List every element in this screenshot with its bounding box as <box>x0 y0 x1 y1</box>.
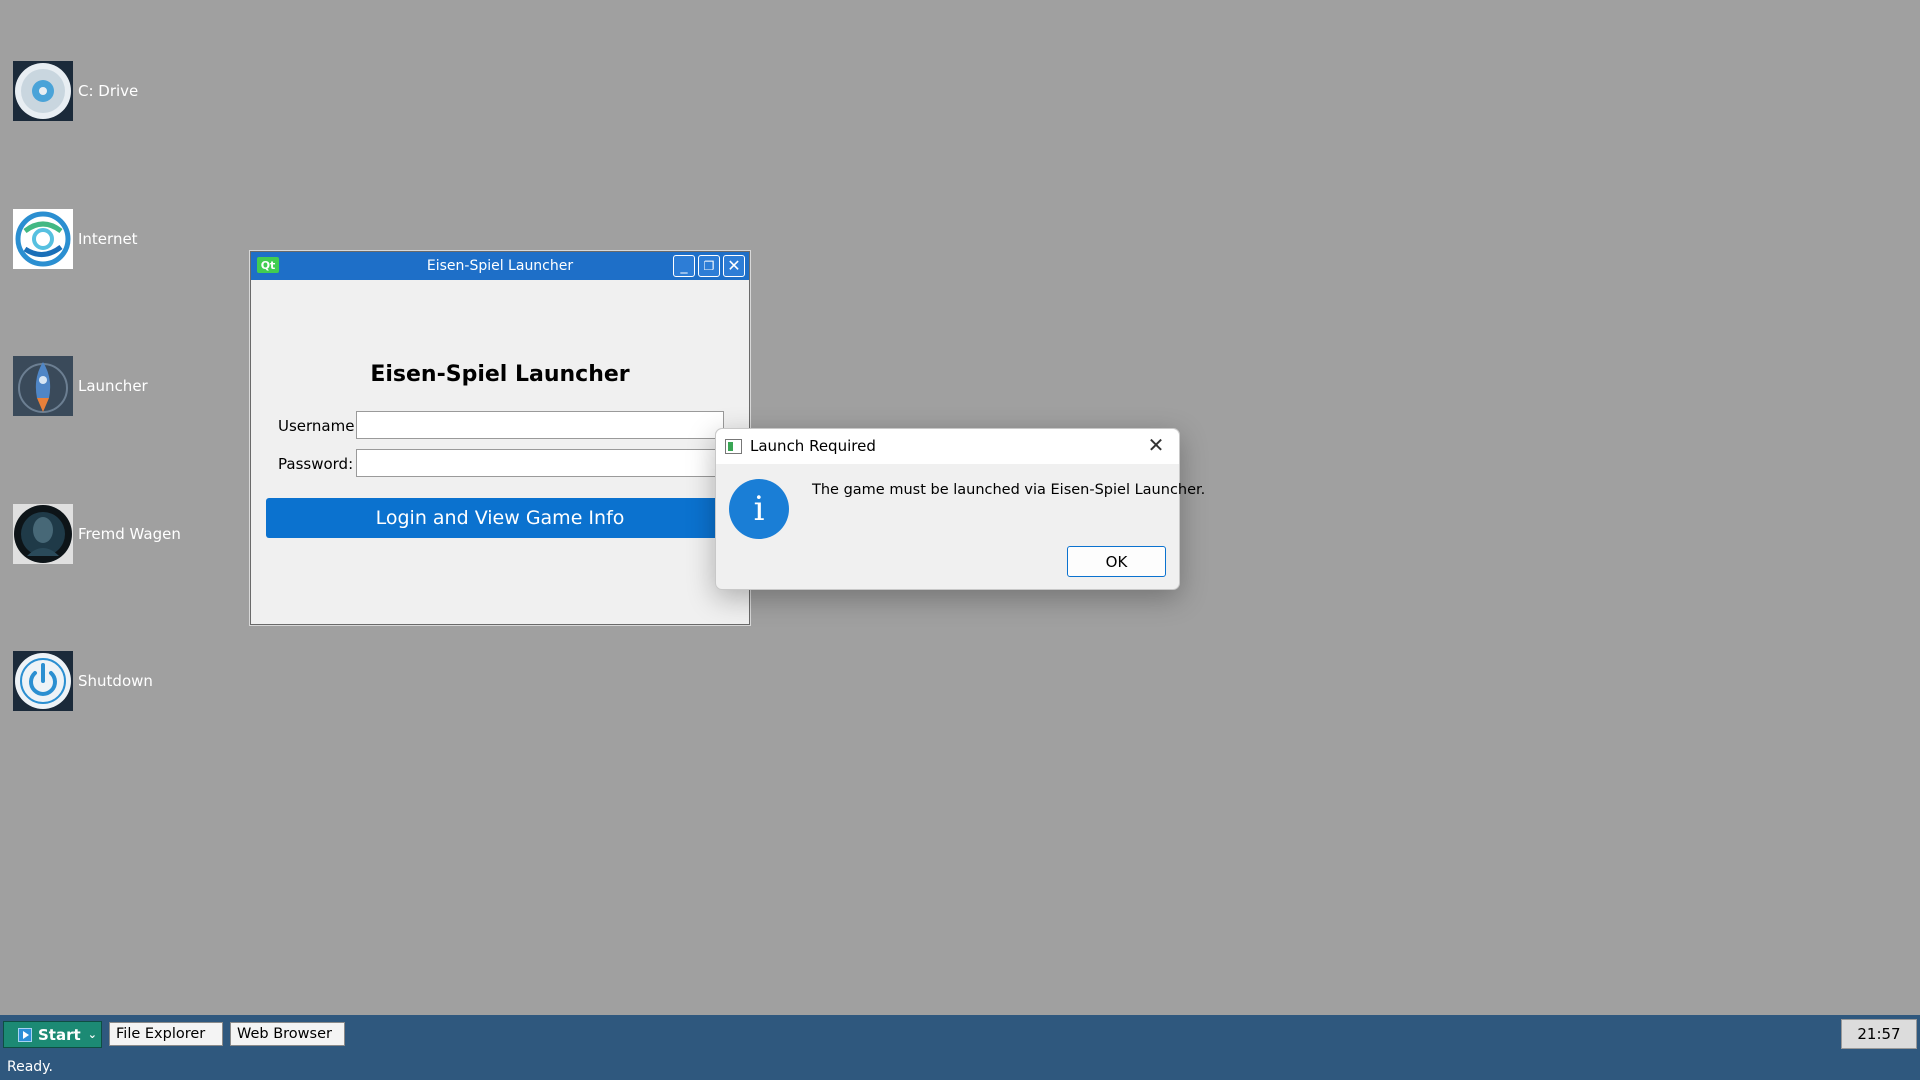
dialog-message: The game must be launched via Eisen-Spie… <box>812 482 1206 498</box>
login-button[interactable]: Login and View Game Info <box>266 498 734 538</box>
close-button[interactable]: ✕ <box>723 255 745 277</box>
launcher-heading: Eisen-Spiel Launcher <box>370 362 630 387</box>
desktop-icon-c-drive[interactable]: C: Drive <box>13 61 138 121</box>
desktop-icon-launcher[interactable]: Launcher <box>13 356 148 416</box>
desktop-icon-label: Internet <box>78 230 138 248</box>
power-icon <box>13 651 73 711</box>
dialog-title: Launch Required <box>750 437 876 455</box>
taskbar-web-browser[interactable]: Web Browser <box>230 1022 345 1046</box>
username-input[interactable] <box>356 411 724 439</box>
status-text: Ready. <box>7 1059 53 1075</box>
taskbar-file-explorer[interactable]: File Explorer <box>109 1022 223 1046</box>
game-icon <box>13 504 73 564</box>
password-input[interactable] <box>356 449 724 477</box>
taskbar: Start ⌄ File Explorer Web Browser 21:57 <box>0 1015 1920 1052</box>
desktop-icon-label: C: Drive <box>78 82 139 100</box>
maximize-button[interactable]: ❐ <box>698 255 720 277</box>
desktop-icon-label: Fremd Wagen <box>78 525 181 543</box>
dialog-close-button[interactable]: ✕ <box>1145 434 1167 456</box>
drive-icon <box>13 61 73 121</box>
password-label: Password: <box>278 455 354 473</box>
launch-required-dialog: Launch Required ✕ i The game must be lau… <box>715 428 1205 590</box>
internet-icon <box>13 209 73 269</box>
desktop-icon-shutdown[interactable]: Shutdown <box>13 651 153 711</box>
desktop-icon-label: Shutdown <box>78 672 153 690</box>
launcher-window: Qt Eisen-Spiel Launcher _ ❐ ✕ Eisen-Spie… <box>250 251 750 625</box>
taskbar-clock: 21:57 <box>1841 1019 1917 1049</box>
launcher-titlebar[interactable]: Qt Eisen-Spiel Launcher _ ❐ ✕ <box>251 252 749 280</box>
desktop-icon-internet[interactable]: Internet <box>13 209 138 269</box>
start-button[interactable]: Start ⌄ <box>3 1021 102 1048</box>
dialog-titlebar[interactable]: Launch Required ✕ <box>716 429 1179 464</box>
status-bar: Ready. <box>0 1052 1920 1080</box>
chevron-down-icon[interactable]: ⌄ <box>88 1028 97 1041</box>
start-label: Start <box>38 1025 81 1044</box>
ok-button[interactable]: OK <box>1067 546 1166 577</box>
qt-logo-icon: Qt <box>257 257 279 273</box>
info-icon: i <box>729 479 789 539</box>
desktop-icon-label: Launcher <box>78 377 148 395</box>
window-controls: _ ❐ ✕ <box>673 255 745 277</box>
rocket-icon <box>13 356 73 416</box>
app-window-icon <box>725 439 742 454</box>
start-play-icon <box>18 1027 32 1042</box>
launcher-body: Eisen-Spiel Launcher Username: Password:… <box>251 280 749 624</box>
username-label: Username: <box>278 417 360 435</box>
desktop-icon-fremd-wagen[interactable]: Fremd Wagen <box>13 504 181 564</box>
minimize-button[interactable]: _ <box>673 255 695 277</box>
